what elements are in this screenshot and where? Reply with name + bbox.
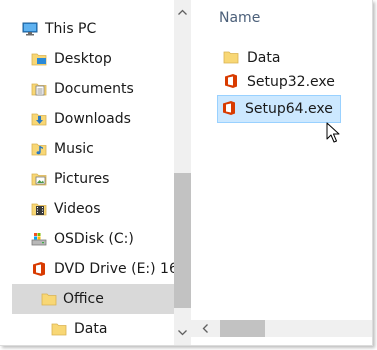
nav-label: This PC [45, 21, 97, 37]
office-logo-icon [225, 74, 237, 88]
scroll-thumb[interactable] [220, 320, 265, 337]
file-name: Setup32.exe [247, 74, 335, 90]
folder-icon [223, 51, 239, 64]
name-column-header[interactable]: Name [219, 10, 260, 26]
office-logo-icon [33, 262, 45, 276]
computer-icon [22, 22, 38, 36]
videos-folder-icon [31, 203, 47, 216]
nav-item-documents[interactable]: Documents [0, 74, 174, 104]
nav-label: Office [63, 291, 104, 307]
nav-item-dvd-drive[interactable]: DVD Drive (E:) 16. [0, 254, 174, 284]
nav-item-music[interactable]: Music [0, 134, 174, 164]
drive-icon [31, 233, 47, 246]
nav-label: Videos [54, 201, 101, 217]
scroll-up-arrow-icon[interactable] [174, 4, 191, 21]
nav-item-osdisk[interactable]: OSDisk (C:) [0, 224, 174, 254]
nav-item-videos[interactable]: Videos [0, 194, 174, 224]
nav-label: Music [54, 141, 94, 157]
scroll-thumb[interactable] [174, 173, 191, 308]
navigation-pane: This PC Desktop Documents Downloads Musi… [0, 0, 174, 345]
content-pane: Name Data Setup32.exe Setup64.exe [191, 0, 372, 345]
file-explorer-window: This PC Desktop Documents Downloads Musi… [0, 0, 373, 346]
file-item-setup64[interactable]: Setup64.exe [217, 95, 341, 123]
folder-icon [41, 293, 57, 306]
nav-item-downloads[interactable]: Downloads [0, 104, 174, 134]
content-horizontal-scrollbar[interactable] [191, 320, 372, 337]
file-item-setup32[interactable]: Setup32.exe [219, 68, 369, 96]
nav-label: Desktop [54, 51, 112, 67]
nav-label: Downloads [54, 111, 131, 127]
desktop-folder-icon [31, 53, 47, 66]
nav-item-this-pc[interactable]: This PC [0, 14, 174, 44]
folder-icon [51, 323, 67, 336]
nav-label: Documents [54, 81, 134, 97]
office-logo-icon [223, 101, 235, 115]
file-name: Setup64.exe [245, 101, 333, 117]
nav-item-data[interactable]: Data [0, 314, 174, 344]
nav-label: Pictures [54, 171, 110, 187]
music-folder-icon [31, 143, 47, 156]
pictures-folder-icon [31, 173, 47, 186]
scroll-down-arrow-icon[interactable] [174, 324, 191, 341]
documents-folder-icon [31, 83, 47, 96]
nav-vertical-scrollbar[interactable] [174, 0, 191, 345]
downloads-folder-icon [31, 113, 47, 126]
mouse-cursor-icon [326, 122, 340, 143]
nav-label: DVD Drive (E:) 16. [54, 261, 174, 277]
nav-label: OSDisk (C:) [54, 231, 134, 247]
nav-item-office[interactable]: Office [12, 284, 174, 314]
nav-item-desktop[interactable]: Desktop [0, 44, 174, 74]
scrollbar-corner [358, 320, 372, 337]
scroll-left-arrow-icon[interactable] [197, 320, 214, 337]
nav-item-pictures[interactable]: Pictures [0, 164, 174, 194]
nav-label: Data [74, 321, 108, 337]
